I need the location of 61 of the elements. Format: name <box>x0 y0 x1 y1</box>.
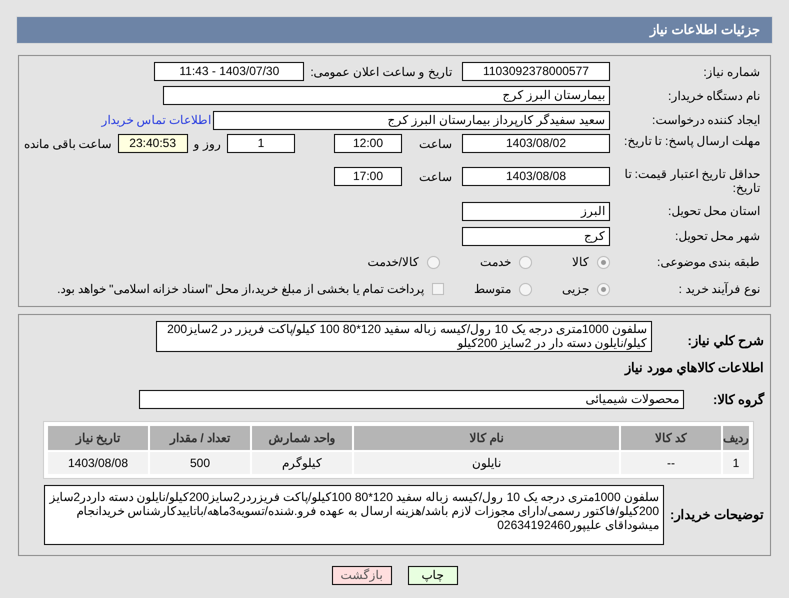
field-label: شماره نیاز: <box>702 64 760 80</box>
text-field[interactable]: 17:00 <box>334 167 402 186</box>
column-header: نام کالا <box>354 426 619 450</box>
text-field[interactable]: محصولات شیمیائی <box>139 390 684 409</box>
field-label: گروه کالا: <box>712 390 764 409</box>
radio-label: متوسط <box>474 281 511 298</box>
table-cell: نایلون <box>354 452 619 474</box>
text-field[interactable]: 23:40:53 <box>118 134 188 153</box>
radio-label: خدمت <box>480 254 511 271</box>
field-label: شرح کلي نیاز: <box>686 332 764 350</box>
table-cell: 500 <box>150 452 250 474</box>
field-label: شهر محل تحویل: <box>674 228 760 245</box>
radio-label: جزیی <box>562 281 589 298</box>
text-field[interactable]: 1 <box>227 134 295 153</box>
buyer-contact-link[interactable]: اطلاعات تماس خریدار <box>101 111 211 129</box>
field-label: ایجاد کننده درخواست: <box>650 112 760 129</box>
text-field[interactable]: 12:00 <box>334 134 402 153</box>
text-field[interactable]: کرج <box>462 226 610 246</box>
text-field[interactable]: 1403/08/02 <box>462 134 610 153</box>
text-label: تاریخ و ساعت اعلان عمومی: <box>310 64 452 80</box>
field-label: نام دستگاه خریدار: <box>666 88 760 104</box>
text-field[interactable]: 1403/08/08 <box>462 167 610 186</box>
text-field[interactable]: 1103092378000577 <box>462 62 610 81</box>
table-cell: 1 <box>723 452 749 474</box>
section-title: اطلاعات کالاهاي مورد نیاز <box>623 359 764 378</box>
radio-label: کالا <box>572 254 589 271</box>
field-label: حداقل تاریخ اعتبار قیمت: تا تاریخ: <box>623 167 760 195</box>
text-area[interactable]: سلفون 1000متری درجه یک 10 رول/کیسه زباله سفید 120*80 100 کیلو/پاکت فریزر در 2سایز200 کیلو/نایلون دسته دار در 2سایز 200کیلو <box>156 321 652 352</box>
radio-button[interactable] <box>597 282 610 296</box>
text-label: روز و <box>194 136 221 153</box>
checkbox[interactable] <box>432 283 444 295</box>
field-label: نوع فرآیند خرید : <box>678 281 760 298</box>
column-header: تاریخ نیاز <box>48 426 148 450</box>
radio-button[interactable] <box>427 256 440 268</box>
column-header: تعداد / مقدار <box>150 426 250 450</box>
text-field[interactable]: بیمارستان البرز کرج <box>163 86 610 105</box>
text-field[interactable]: سعید سفیدگر کارپرداز بیمارستان البرز کرج <box>213 110 610 130</box>
radio-button[interactable] <box>519 282 532 296</box>
field-label: طبقه بندی موضوعی: <box>656 254 760 271</box>
field-label: توضیحات خریدار: <box>669 506 764 524</box>
table-cell: -- <box>621 452 721 474</box>
header-title: جزئیات اطلاعات نیاز <box>650 21 760 40</box>
radio-button[interactable] <box>597 256 610 268</box>
back-button[interactable]: بازگشت <box>332 566 392 585</box>
column-header: واحد شمارش <box>252 426 352 450</box>
text-label: ساعت <box>418 136 452 153</box>
text-field[interactable]: البرز <box>462 202 610 220</box>
column-header: کد کالا <box>621 426 721 450</box>
table-cell: کیلوگرم <box>252 452 352 474</box>
text-label: ساعت باقی مانده <box>24 136 112 153</box>
field-label: استان محل تحویل: <box>666 203 760 220</box>
text-label: ساعت <box>418 169 452 186</box>
column-header: ردیف <box>723 426 749 450</box>
text-area[interactable]: سلفون 1000متری درجه یک 10 رول/کیسه زباله سفید 120*80 100کیلو/پاکت فریزردر2سایز200کیلو/نایلون دسته داردر2سایز 200کیلو/فاکتور رسمی/دارای مجوزات لازم باشد/هزینه ارسال به عهده فرو.شنده/تسویه3ماهه/باتاییدکارشناس خریدانجام میشوداقای علیپور02634192460 <box>44 485 664 545</box>
radio-button[interactable] <box>519 256 532 268</box>
checkbox-label: پرداخت تمام یا بخشی از مبلغ خرید،از محل "اسناد خزانه اسلامی" خواهد بود. <box>57 281 424 298</box>
table-cell: 1403/08/08 <box>48 452 148 474</box>
print-button[interactable]: چاپ <box>408 566 458 585</box>
field-label: مهلت ارسال پاسخ: تا تاریخ: <box>622 134 760 148</box>
radio-label: کالا/خدمت <box>368 254 419 271</box>
text-field[interactable]: 1403/07/30 - 11:43 <box>154 62 304 81</box>
